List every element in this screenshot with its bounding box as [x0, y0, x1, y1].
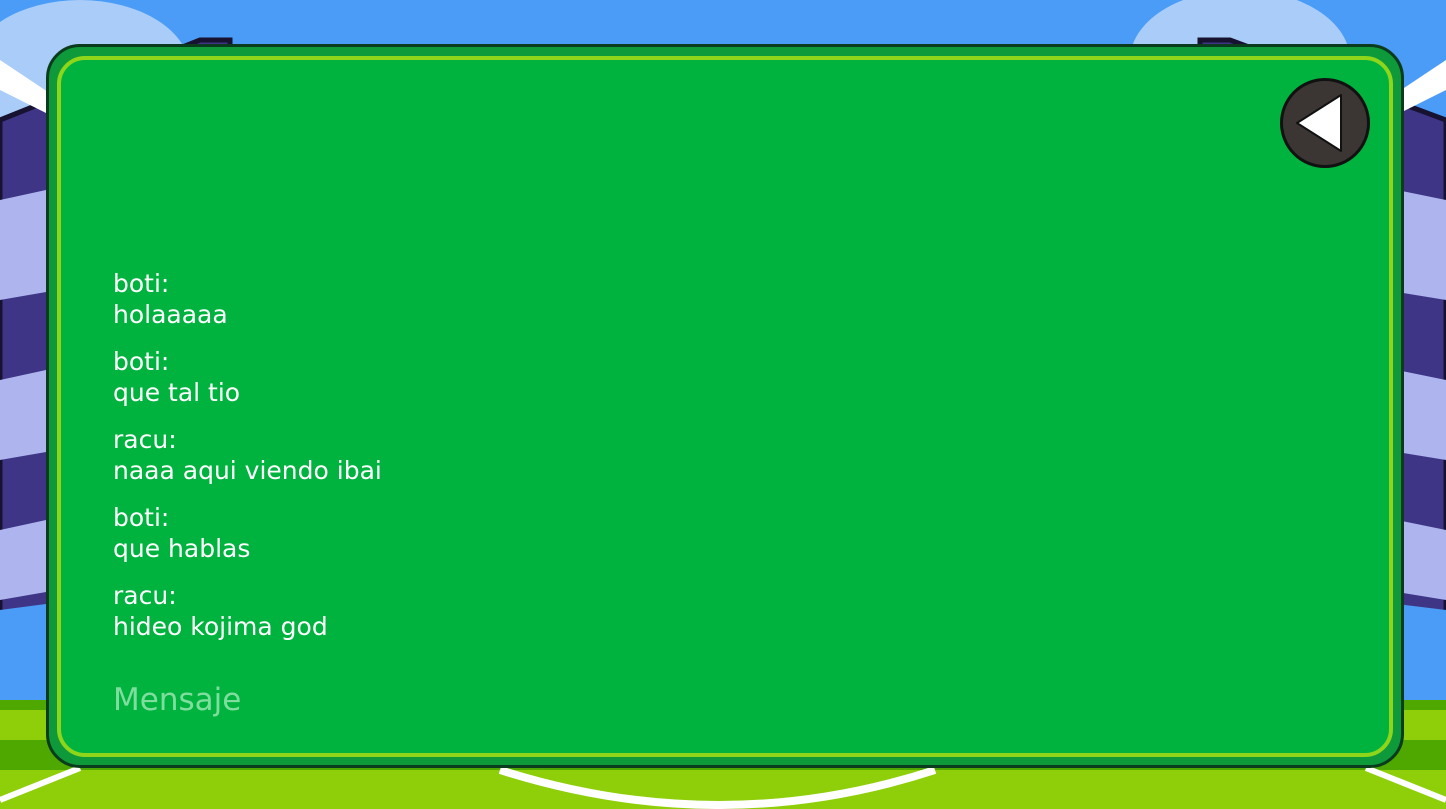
- chat-author: boti:: [113, 503, 170, 532]
- game-screen: boti: holaaaaa boti: que tal tio racu: n…: [0, 0, 1446, 809]
- back-button[interactable]: [1280, 78, 1370, 168]
- chat-text: naaa aqui viendo ibai: [113, 456, 382, 485]
- chat-text: holaaaaa: [113, 300, 228, 329]
- chat-message: boti: que hablas: [113, 502, 1213, 564]
- chat-text: que tal tio: [113, 378, 241, 407]
- chat-text: hideo kojima god: [113, 612, 328, 641]
- chat-log: boti: holaaaaa boti: que tal tio racu: n…: [113, 268, 1213, 658]
- chat-author: racu:: [113, 425, 177, 454]
- chat-author: boti:: [113, 347, 170, 376]
- chat-author: boti:: [113, 269, 170, 298]
- chat-message: racu: naaa aqui viendo ibai: [113, 424, 1213, 486]
- chat-message: boti: que tal tio: [113, 346, 1213, 408]
- chat-message: racu: hideo kojima god: [113, 580, 1213, 642]
- chat-message: boti: holaaaaa: [113, 268, 1213, 330]
- chat-author: racu:: [113, 581, 177, 610]
- triangle-left-icon: [1296, 94, 1342, 152]
- chat-text: que hablas: [113, 534, 251, 563]
- message-input[interactable]: [110, 676, 1260, 724]
